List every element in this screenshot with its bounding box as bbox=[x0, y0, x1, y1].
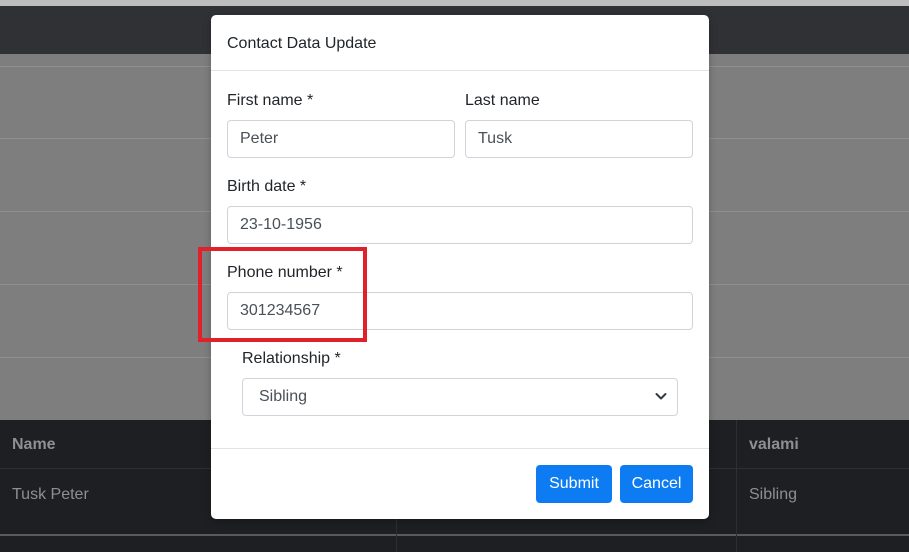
cancel-button[interactable]: Cancel bbox=[620, 465, 693, 503]
birth-date-label: Birth date * bbox=[227, 178, 307, 195]
table-cell-name: Tusk Peter bbox=[12, 486, 89, 503]
highlight-annotation-box bbox=[198, 247, 367, 342]
table-bottom-divider bbox=[0, 534, 909, 536]
birth-date-input[interactable]: 23-10-1956 bbox=[227, 206, 693, 244]
modal-footer-divider bbox=[211, 448, 709, 449]
table-cell-relationship: Sibling bbox=[749, 486, 798, 503]
table-column-divider bbox=[736, 420, 737, 552]
first-name-input[interactable]: Peter bbox=[227, 120, 455, 158]
modal-header: Contact Data Update bbox=[211, 15, 709, 71]
screen: Name valami Tusk Peter Sibling Contact D… bbox=[0, 0, 909, 552]
modal-title: Contact Data Update bbox=[227, 35, 377, 52]
relationship-label: Relationship * bbox=[242, 350, 341, 367]
submit-button[interactable]: Submit bbox=[536, 465, 612, 503]
last-name-label: Last name bbox=[465, 92, 540, 109]
relationship-selected-value: Sibling bbox=[259, 388, 308, 405]
relationship-select[interactable]: Sibling bbox=[242, 378, 678, 416]
first-name-label: First name * bbox=[227, 92, 314, 109]
table-header-valami: valami bbox=[749, 436, 799, 453]
chevron-down-icon bbox=[655, 379, 667, 415]
last-name-input[interactable]: Tusk bbox=[465, 120, 693, 158]
table-header-name: Name bbox=[12, 436, 56, 453]
